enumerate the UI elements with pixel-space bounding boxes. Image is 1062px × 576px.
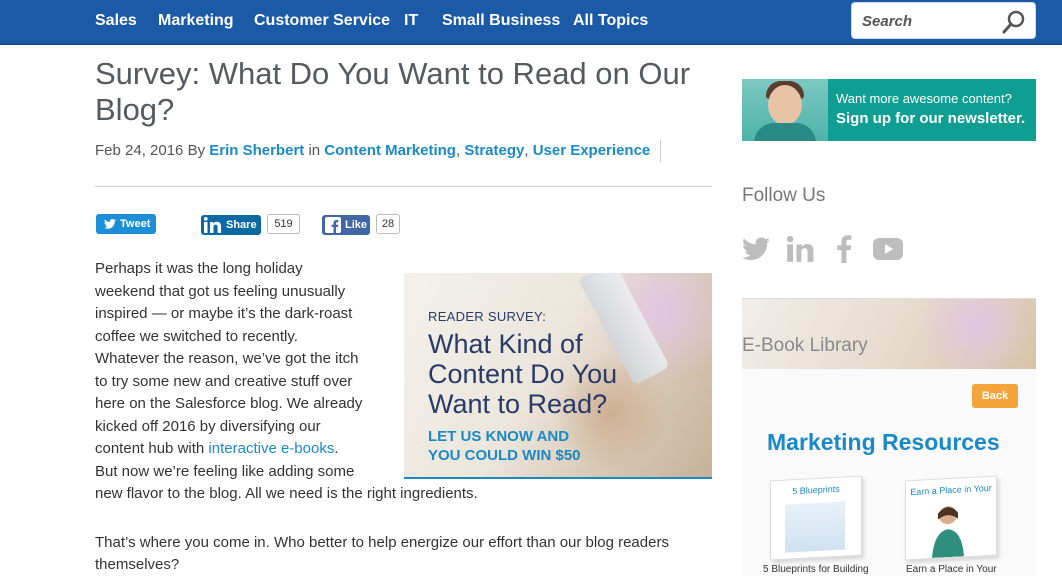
linkedin-icon — [204, 217, 221, 233]
survey-cta-line: YOU COULD WIN $50 — [428, 447, 581, 464]
author-link[interactable]: Erin Sherbert — [209, 142, 304, 159]
book-cover-title: 5 Blueprints — [792, 483, 840, 497]
paragraph-line: Whatever the reason, we’ve got the itch — [95, 350, 359, 367]
paragraph-line: inspired — or maybe it’s the dark-roast — [95, 305, 353, 322]
interactive-ebooks-link[interactable]: interactive e-books — [208, 440, 334, 457]
meta-divider — [660, 140, 661, 162]
ebook-library-heading: E-Book Library — [742, 335, 868, 356]
paragraph-line: weekend that got us feeling unusually — [95, 283, 346, 300]
meta-date: Feb 24, 2016 By — [95, 142, 210, 159]
survey-cta: LET US KNOW AND YOU COULD WIN $50 — [428, 427, 581, 465]
ebook-banner — [742, 299, 1036, 379]
newsletter-line-1: Want more awesome content? — [836, 91, 1012, 106]
paragraph-line: That’s where you come in. Who better to … — [95, 534, 669, 551]
youtube-icon[interactable] — [873, 235, 903, 263]
facebook-follow-icon[interactable] — [830, 235, 858, 263]
category-link-content-marketing[interactable]: Content Marketing — [324, 142, 456, 159]
facebook-icon — [325, 217, 341, 233]
facebook-like-count: 28 — [376, 214, 400, 234]
paragraph-line: new flavor to the blog. All we need is t… — [95, 485, 478, 502]
ebook-cover-blueprints[interactable]: 5 Blueprints — [770, 475, 862, 561]
ebook-caption: Earn a Place in Your — [906, 564, 997, 575]
newsletter-photo — [742, 79, 828, 141]
article-meta: Feb 24, 2016 By Erin Sherbert in Content… — [95, 142, 650, 159]
title-line-1: Survey: What Do You Want to Read on Our — [95, 56, 691, 91]
search-box — [851, 2, 1036, 39]
person-illustration — [932, 506, 964, 558]
newsletter-line-2: Sign up for our newsletter. — [836, 110, 1026, 127]
survey-cta-line: LET US KNOW AND — [428, 428, 570, 445]
facebook-like-label: Like — [345, 219, 368, 231]
paragraph-line: to try some new and creative stuff over — [95, 373, 353, 390]
linkedin-share-label: Share — [226, 219, 257, 231]
tweet-label: Tweet — [120, 218, 151, 230]
nav-item-customer-service[interactable]: Customer Service — [254, 12, 390, 30]
paragraph-line: here on the Salesforce blog. We already — [95, 395, 363, 412]
search-input[interactable] — [862, 11, 992, 31]
twitter-bird-icon — [104, 219, 116, 229]
linkedin-follow-icon[interactable] — [786, 235, 814, 263]
survey-headline-line: Want to Read? — [428, 389, 608, 419]
paragraph-text: . — [334, 440, 339, 457]
survey-headline: What Kind of Content Do You Want to Read… — [428, 329, 658, 419]
photo-detail — [754, 123, 816, 141]
category-link-user-experience[interactable]: User Experience — [533, 142, 651, 159]
linkedin-share-button[interactable]: Share — [201, 215, 261, 235]
survey-kicker: READER SURVEY: — [428, 309, 547, 324]
category-link-strategy[interactable]: Strategy — [464, 142, 524, 159]
search-icon[interactable] — [1001, 9, 1027, 35]
paragraph-line: content hub with interactive e-books. — [95, 438, 339, 461]
follow-us-heading: Follow Us — [742, 185, 826, 206]
meta-sep: , — [524, 142, 533, 159]
paragraph-line: coffee we switched to recently. — [95, 328, 298, 345]
survey-headline-line: What Kind of — [428, 329, 583, 359]
title-line-2: Blog? — [95, 92, 175, 127]
facebook-like-button[interactable]: Like — [322, 215, 370, 235]
nav-item-all-topics[interactable]: All Topics — [573, 12, 648, 30]
back-button[interactable]: Back — [972, 384, 1018, 408]
reader-survey-image[interactable]: READER SURVEY: What Kind of Content Do Y… — [404, 273, 712, 479]
nav-item-sales[interactable]: Sales — [95, 12, 137, 30]
newsletter-banner[interactable]: Want more awesome content? Sign up for o… — [742, 79, 1036, 141]
banner-decoration — [916, 299, 1036, 379]
linkedin-share-count: 519 — [267, 214, 300, 234]
ebook-caption: 5 Blueprints for Building — [763, 564, 869, 575]
tweet-button[interactable]: Tweet — [96, 214, 156, 234]
nav-item-it[interactable]: IT — [404, 12, 418, 30]
ebook-cover-earn-a-place[interactable]: Earn a Place in Your — [905, 475, 997, 561]
book-cover-title: Earn a Place in Your — [910, 482, 992, 498]
photo-detail — [768, 85, 802, 125]
paragraph-line: themselves? — [95, 556, 180, 573]
meta-in: in — [304, 142, 325, 159]
paragraph-line: But now we’re feeling like adding some — [95, 463, 355, 480]
top-navigation: Sales Marketing Customer Service IT Smal… — [0, 0, 1062, 45]
marketing-resources-heading: Marketing Resources — [767, 429, 1000, 455]
nav-item-small-business[interactable]: Small Business — [442, 12, 560, 30]
survey-headline-line: Content Do You — [428, 359, 618, 389]
paragraph-line: kicked off 2016 by diversifying our — [95, 418, 321, 435]
page-title: Survey: What Do You Want to Read on Our … — [95, 56, 715, 128]
paragraph-line: Perhaps it was the long holiday — [95, 260, 303, 277]
divider — [95, 186, 712, 187]
paragraph-text: content hub with — [95, 440, 209, 457]
twitter-icon[interactable] — [742, 235, 770, 263]
nav-item-marketing[interactable]: Marketing — [158, 12, 234, 30]
book-cover-graphic — [785, 501, 845, 553]
